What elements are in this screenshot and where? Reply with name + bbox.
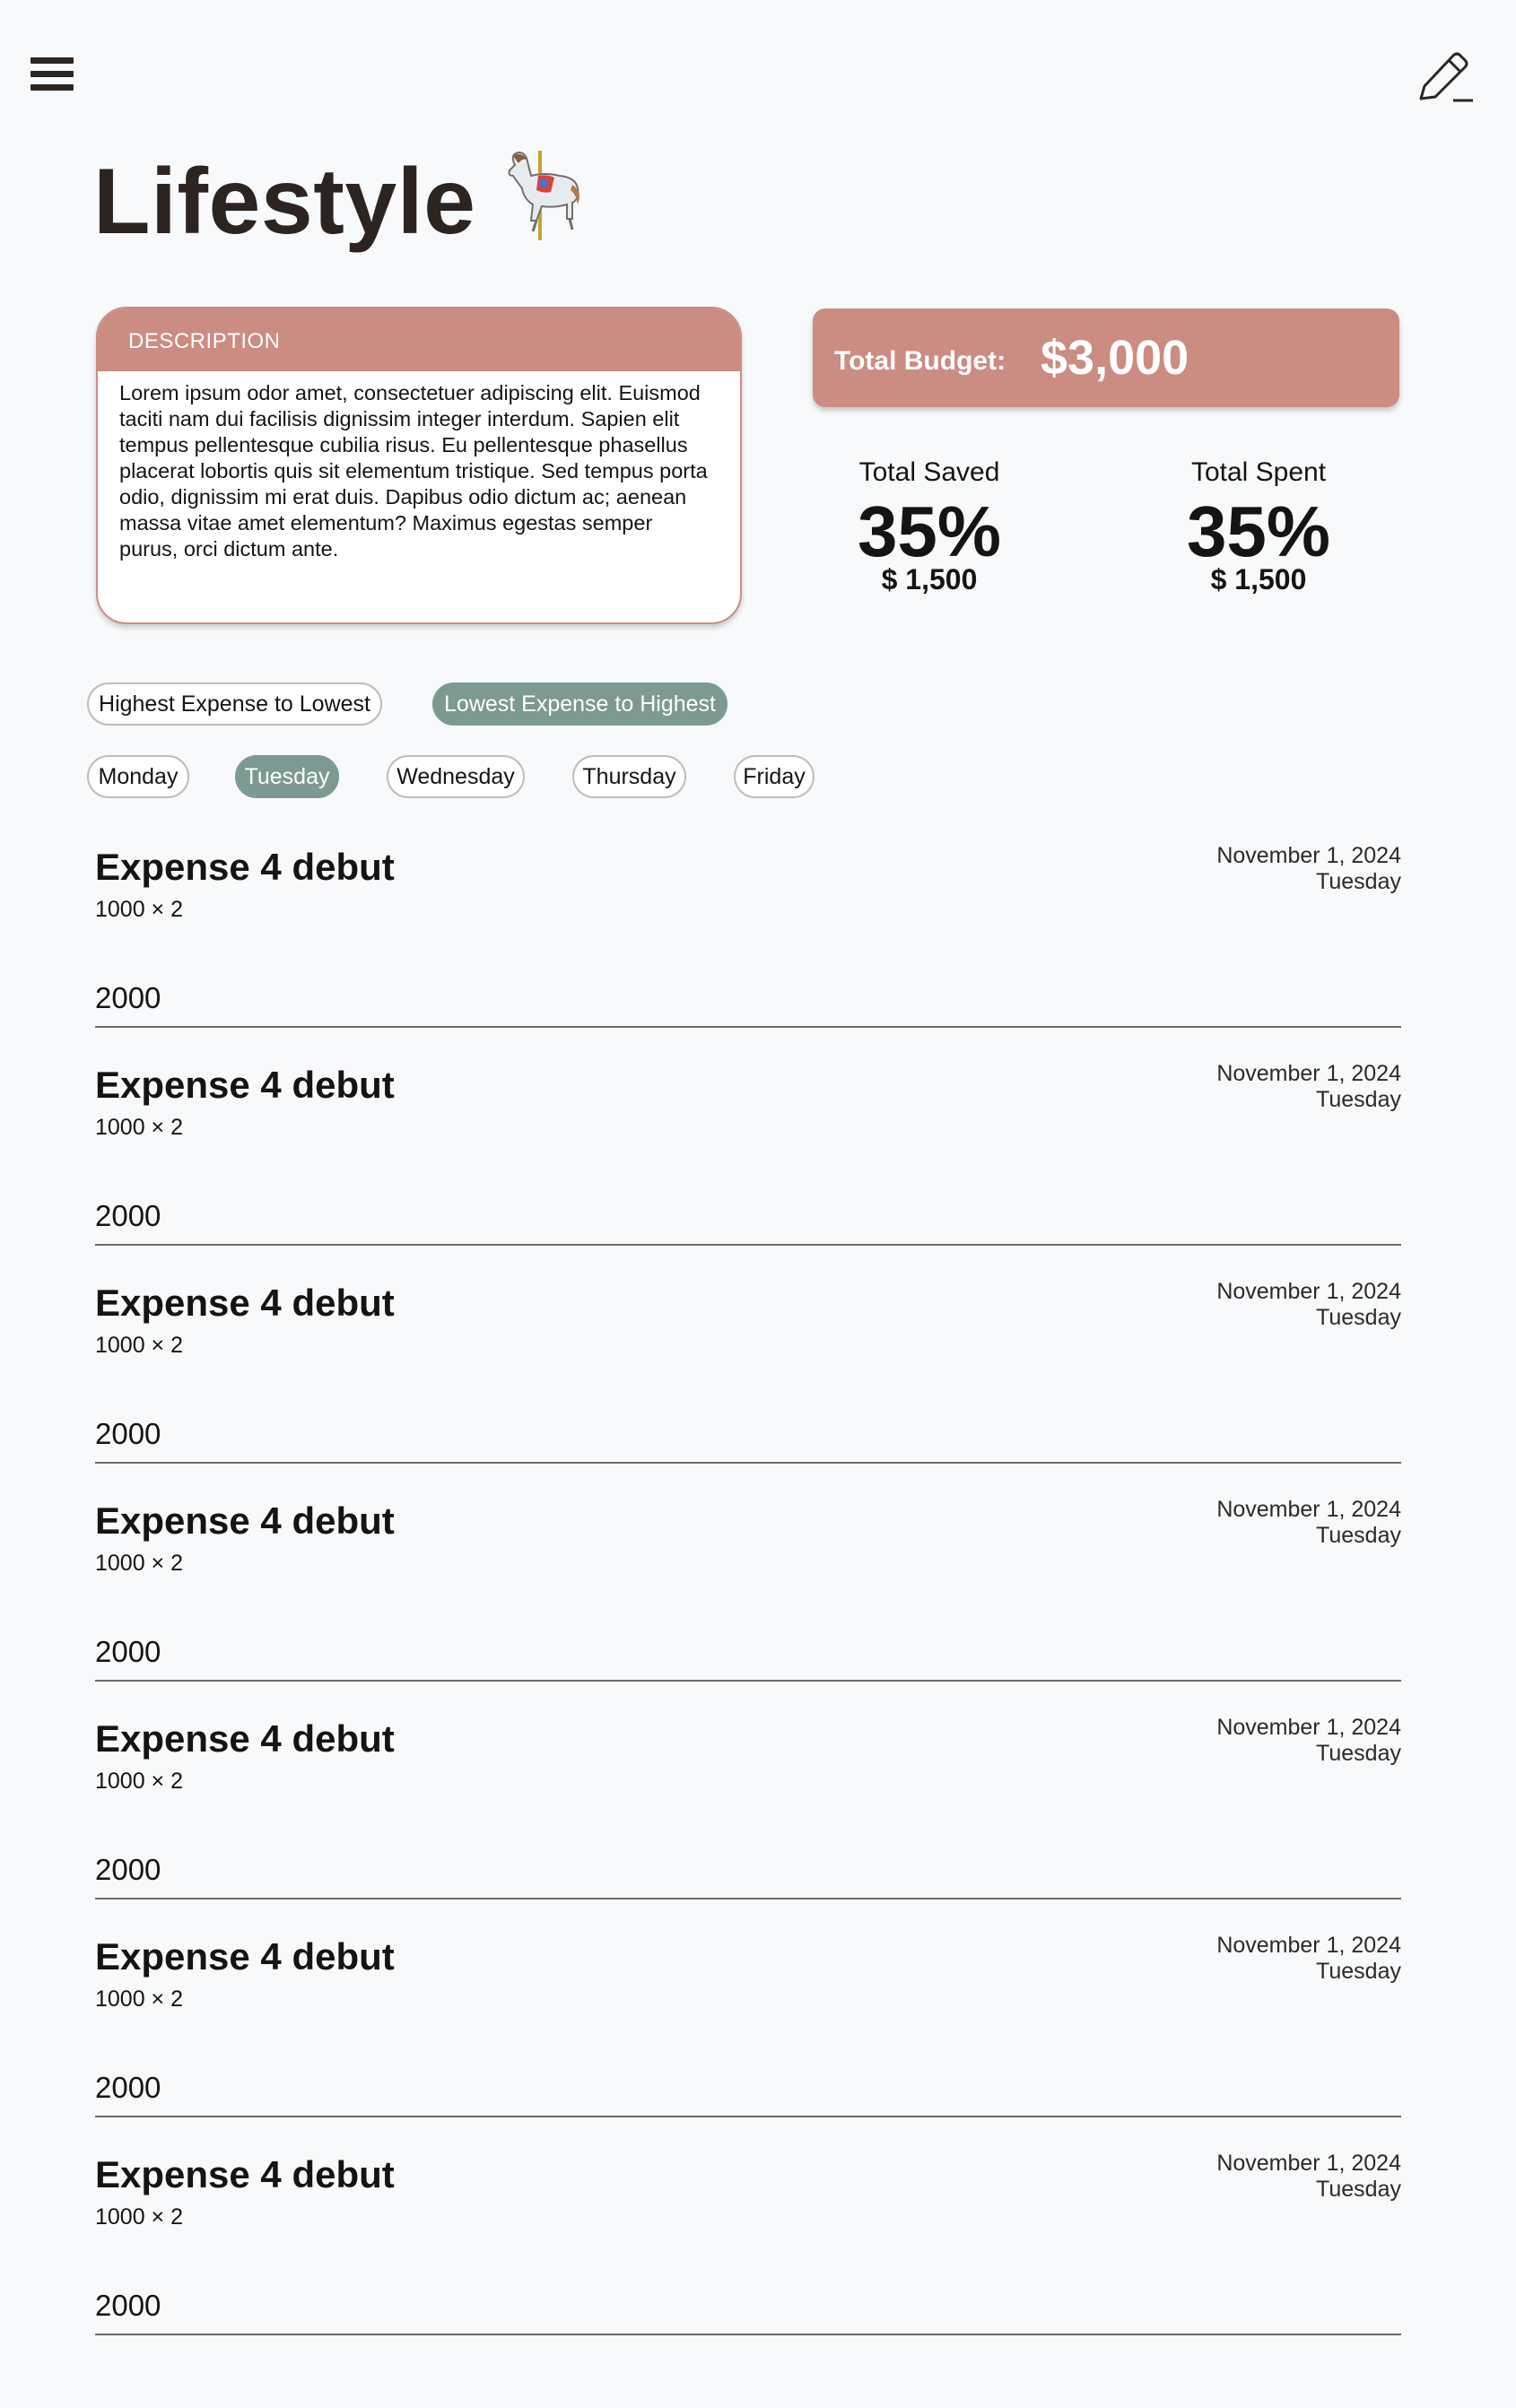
day-filter-tuesday[interactable]: Tuesday [235,755,339,798]
expense-date: November 1, 2024 [1216,843,1401,868]
expense-row[interactable]: Expense 4 debut 1000 × 2 November 1, 202… [95,1913,1401,2131]
row-divider [95,1244,1401,1246]
expense-list: Expense 4 debut 1000 × 2 November 1, 202… [95,823,1401,2349]
expense-row[interactable]: Expense 4 debut 1000 × 2 November 1, 202… [95,823,1401,1041]
expense-day: Tuesday [1316,1741,1401,1766]
expense-day: Tuesday [1316,1305,1401,1330]
description-card: DESCRIPTION Lorem ipsum odor amet, conse… [96,307,742,624]
row-divider [95,2334,1401,2335]
expense-calculation: 1000 × 2 [95,2204,184,2230]
expense-day: Tuesday [1316,2177,1401,2202]
row-divider [95,1026,1401,1028]
total-budget-label: Total Budget: [834,346,1006,376]
total-spent-stat: Total Spent 35% $ 1,500 [1124,457,1393,594]
expense-date: November 1, 2024 [1216,1061,1401,1086]
expense-calculation: 1000 × 2 [95,1551,184,1576]
expense-day: Tuesday [1316,1523,1401,1548]
day-filter-wednesday[interactable]: Wednesday [387,755,525,798]
lifestyle-page: Lifestyle DESCRIPTION Lorem ipsum odor a… [0,0,1516,2408]
sort-lowest-to-highest-button[interactable]: Lowest Expense to Highest [432,682,728,726]
expense-date: November 1, 2024 [1216,1497,1401,1522]
expense-date: November 1, 2024 [1216,1933,1401,1958]
expense-total: 2000 [95,1417,161,1450]
expense-total: 2000 [95,1635,161,1668]
row-divider [95,1462,1401,1464]
expense-name: Expense 4 debut [95,846,395,888]
expense-date-block: November 1, 2024 Tuesday [1216,1061,1401,1113]
expense-day: Tuesday [1316,1087,1401,1112]
expense-total: 2000 [95,1853,161,1886]
total-saved-percent: 35% [857,491,1002,571]
expense-day: Tuesday [1316,869,1401,894]
expense-total: 2000 [95,2071,161,2104]
total-saved-label: Total Saved [858,457,1000,487]
expense-name: Expense 4 debut [95,1282,395,1324]
expense-date: November 1, 2024 [1216,1279,1401,1304]
pencil-edit-icon[interactable] [1416,47,1475,106]
expense-row[interactable]: Expense 4 debut 1000 × 2 November 1, 202… [95,1259,1401,1477]
total-budget-value: $3,000 [1041,331,1189,385]
total-spent-percent: 35% [1186,491,1331,571]
expense-name: Expense 4 debut [95,1064,395,1106]
total-saved-stat: Total Saved 35% $ 1,500 [795,457,1064,594]
hamburger-menu-icon[interactable] [30,57,74,95]
carousel-horse-icon [508,151,579,240]
expense-calculation: 1000 × 2 [95,1769,184,1794]
total-saved-amount: $ 1,500 [881,563,978,595]
total-budget-card: Total Budget: $3,000 [813,309,1399,407]
description-text: Lorem ipsum odor amet, consectetuer adip… [119,381,708,561]
expense-name: Expense 4 debut [95,2153,395,2195]
description-heading: DESCRIPTION [98,309,740,371]
expense-calculation: 1000 × 2 [95,1986,184,2012]
expense-row[interactable]: Expense 4 debut 1000 × 2 November 1, 202… [95,2131,1401,2349]
sort-highest-to-lowest-button[interactable]: Highest Expense to Lowest [87,682,382,726]
expense-total: 2000 [95,2289,161,2322]
day-filter-friday[interactable]: Friday [734,755,815,798]
expense-day: Tuesday [1316,1959,1401,1984]
expense-name: Expense 4 debut [95,1717,395,1760]
day-filter-thursday[interactable]: Thursday [572,755,686,798]
expense-total: 2000 [95,1199,161,1232]
expense-row[interactable]: Expense 4 debut 1000 × 2 November 1, 202… [95,1695,1401,1913]
row-divider [95,1680,1401,1682]
row-divider [95,2116,1401,2117]
expense-date-block: November 1, 2024 Tuesday [1216,2151,1401,2203]
expense-name: Expense 4 debut [95,1935,395,1978]
expense-row[interactable]: Expense 4 debut 1000 × 2 November 1, 202… [95,1477,1401,1695]
day-filter-monday[interactable]: Monday [87,755,189,798]
total-spent-amount: $ 1,500 [1210,563,1307,595]
expense-calculation: 1000 × 2 [95,1333,184,1358]
expense-calculation: 1000 × 2 [95,1115,184,1140]
total-spent-label: Total Spent [1190,457,1327,487]
expense-date-block: November 1, 2024 Tuesday [1216,1497,1401,1549]
expense-date: November 1, 2024 [1216,1715,1401,1740]
expense-name: Expense 4 debut [95,1500,395,1542]
page-title: Lifestyle [93,150,476,254]
expense-date-block: November 1, 2024 Tuesday [1216,1933,1401,1985]
expense-row[interactable]: Expense 4 debut 1000 × 2 November 1, 202… [95,1041,1401,1259]
expense-date: November 1, 2024 [1216,2151,1401,2176]
expense-date-block: November 1, 2024 Tuesday [1216,843,1401,895]
expense-calculation: 1000 × 2 [95,897,184,922]
expense-date-block: November 1, 2024 Tuesday [1216,1715,1401,1767]
expense-date-block: November 1, 2024 Tuesday [1216,1279,1401,1331]
expense-total: 2000 [95,981,161,1014]
row-divider [95,1898,1401,1899]
